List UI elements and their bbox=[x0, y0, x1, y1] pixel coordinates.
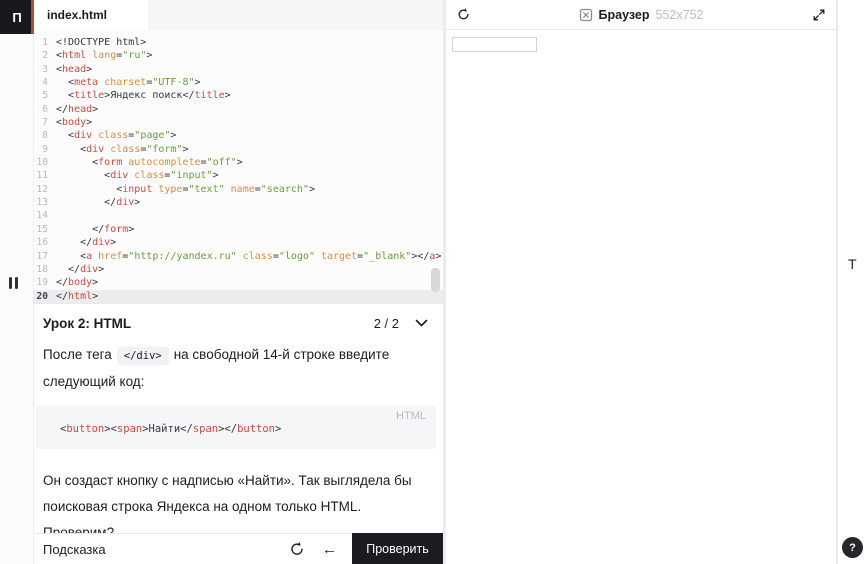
collapse-lesson-button[interactable] bbox=[415, 319, 428, 328]
line-number: 9 bbox=[42, 143, 48, 155]
lesson-title: Урок 2: HTML bbox=[43, 316, 132, 331]
editor-scrollbar-thumb[interactable] bbox=[431, 268, 440, 292]
inline-code-chip: </div> bbox=[116, 347, 169, 365]
previous-step-button[interactable]: ← bbox=[322, 541, 337, 558]
code-line[interactable]: 20 </html> bbox=[34, 289, 443, 303]
line-number: 3 bbox=[42, 63, 48, 75]
line-number: 16 bbox=[36, 237, 48, 249]
text-tool-button[interactable]: T bbox=[848, 256, 857, 272]
reset-code-button[interactable] bbox=[289, 541, 305, 557]
snippet-code: <button><span>Найти</span></button> bbox=[60, 423, 282, 435]
code-line[interactable]: 11 <div class="input"> bbox=[34, 169, 443, 182]
browser-title: Браузер bbox=[598, 8, 650, 22]
line-number: 12 bbox=[36, 183, 48, 195]
line-number: 20 bbox=[36, 290, 48, 302]
code-line[interactable]: 14 bbox=[34, 209, 443, 222]
tab-bar: index.html bbox=[34, 0, 443, 30]
code-line[interactable]: 3 <head> bbox=[34, 63, 443, 76]
lesson-header: Урок 2: HTML 2 / 2 bbox=[43, 316, 428, 331]
browser-title-group: Браузер 552x752 bbox=[446, 0, 836, 30]
preview-search-input[interactable] bbox=[452, 37, 537, 52]
app-root: П index.html 1 <!DOCTYPE html> 2 <html lang… bbox=[0, 0, 868, 564]
snippet-language-label: HTML bbox=[396, 410, 426, 422]
line-number: 15 bbox=[36, 223, 48, 235]
tab-index-html[interactable]: index.html bbox=[34, 0, 148, 30]
left-sidebar-strip: П bbox=[0, 0, 34, 564]
line-number: 13 bbox=[36, 197, 48, 209]
line-number: 7 bbox=[42, 117, 48, 129]
code-line[interactable]: 18 </div> bbox=[34, 263, 443, 276]
line-number: 8 bbox=[42, 130, 48, 142]
line-number: 14 bbox=[36, 210, 48, 222]
code-snippet-block: HTML <button><span>Найти</span></button> bbox=[36, 406, 436, 449]
hint-button[interactable]: Подсказка bbox=[43, 542, 106, 557]
line-number: 19 bbox=[36, 277, 48, 289]
lesson-pager: 2 / 2 bbox=[373, 316, 399, 331]
instruction-text-before: После тега bbox=[43, 347, 112, 362]
chevron-down-icon bbox=[415, 319, 428, 328]
code-line[interactable]: 5 <title>Яндекс поиск</title> bbox=[34, 89, 443, 102]
lesson-footer-bar: Подсказка ← Проверить bbox=[34, 532, 443, 564]
line-number: 1 bbox=[42, 37, 48, 48]
line-number: 18 bbox=[36, 263, 48, 275]
code-line[interactable]: 2 <html lang="ru"> bbox=[34, 49, 443, 62]
praktikum-logo[interactable]: П bbox=[0, 0, 34, 34]
browser-preview-panel: Браузер 552x752 bbox=[446, 0, 837, 564]
line-number: 5 bbox=[42, 90, 48, 102]
instruction-paragraph: После тега </div> на свободной 14-й строке… bbox=[43, 342, 427, 395]
logo-letter: П bbox=[12, 9, 22, 25]
editor-panel: index.html 1 <!DOCTYPE html> 2 <html lang="… bbox=[34, 0, 443, 564]
code-line[interactable]: 6 </head> bbox=[34, 103, 443, 116]
left-arrow-icon: ← bbox=[322, 540, 337, 558]
line-number: 6 bbox=[42, 103, 48, 115]
code-line[interactable]: 12 <input type="text" name="search"> bbox=[34, 183, 443, 196]
panel-drag-handle-icon[interactable] bbox=[9, 277, 18, 289]
right-sidebar-strip: T ? bbox=[837, 0, 868, 564]
line-number: 4 bbox=[42, 77, 48, 89]
code-line[interactable]: 13 </div> bbox=[34, 196, 443, 209]
lesson-panel: Урок 2: HTML 2 / 2 После тега </div> на св… bbox=[34, 316, 443, 546]
viewport-icon bbox=[579, 8, 593, 22]
code-line[interactable]: 15 </form> bbox=[34, 223, 443, 236]
code-editor[interactable]: 1 <!DOCTYPE html> 2 <html lang="ru"> 3 <head>… bbox=[34, 30, 443, 304]
code-lines: 1 <!DOCTYPE html> 2 <html lang="ru"> 3 <head>… bbox=[34, 36, 443, 303]
browser-header: Браузер 552x752 bbox=[446, 0, 836, 30]
code-line[interactable]: 19 </body> bbox=[34, 276, 443, 289]
code-line[interactable]: 16 </div> bbox=[34, 236, 443, 249]
rendered-page-area bbox=[446, 30, 836, 52]
code-line[interactable]: 10 <form autocomplete="off"> bbox=[34, 156, 443, 169]
code-line[interactable]: 1 <!DOCTYPE html> bbox=[34, 36, 443, 49]
browser-viewport-size: 552x752 bbox=[655, 8, 704, 22]
code-line[interactable]: 8 <div class="page"> bbox=[34, 129, 443, 142]
code-line[interactable]: 7 <body> bbox=[34, 116, 443, 129]
redo-circular-arrow-icon bbox=[289, 541, 305, 557]
code-line[interactable]: 9 <div class="form"> bbox=[34, 143, 443, 156]
line-number: 17 bbox=[36, 250, 48, 262]
line-number: 10 bbox=[36, 157, 48, 169]
line-number: 11 bbox=[36, 170, 48, 182]
check-button[interactable]: Проверить bbox=[352, 532, 443, 564]
help-button[interactable]: ? bbox=[842, 537, 863, 558]
code-line[interactable]: 4 <meta charset="UTF-8"> bbox=[34, 76, 443, 89]
code-line[interactable]: 17 <a href="http://yandex.ru" class="log… bbox=[34, 250, 443, 263]
line-number: 2 bbox=[42, 50, 48, 62]
